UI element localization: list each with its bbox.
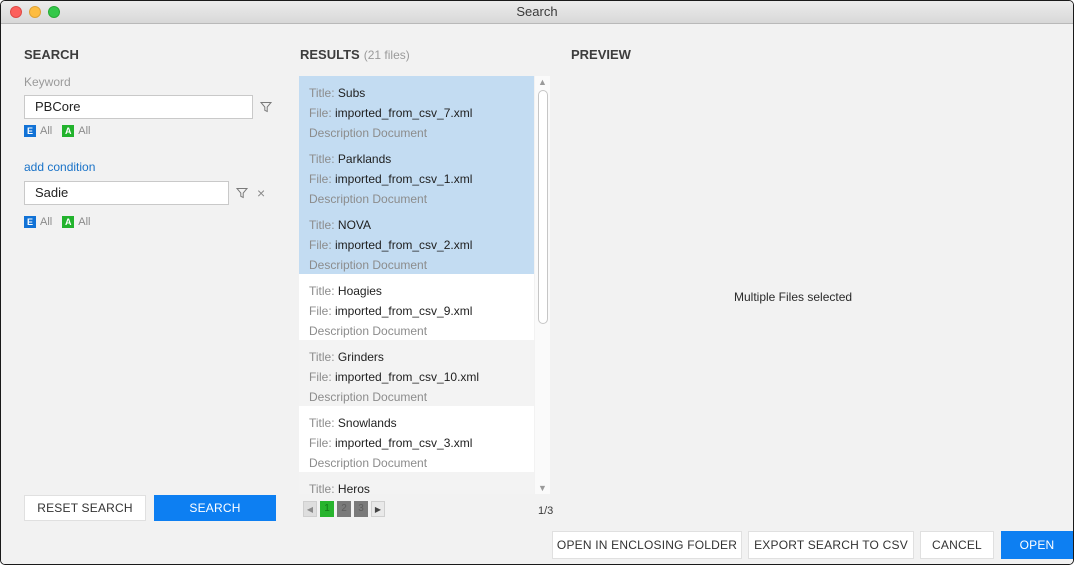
result-title: Grinders	[337, 350, 384, 364]
result-file-label: File:	[309, 238, 332, 252]
result-file: imported_from_csv_9.xml	[335, 304, 473, 318]
open-button[interactable]: OPEN	[1001, 531, 1073, 559]
result-item[interactable]: Title: Hoagies File: imported_from_csv_9.…	[299, 274, 534, 340]
element-badge-icon: E	[24, 216, 36, 228]
attribute-badge-icon: A	[62, 125, 75, 137]
condition-input[interactable]: Sadie	[24, 181, 229, 205]
scroll-thumb[interactable]	[538, 90, 548, 324]
result-item[interactable]: Title: Heros	[299, 472, 534, 494]
result-file-label: File:	[309, 370, 332, 384]
result-file-label: File:	[309, 106, 332, 120]
scope-element-toggle[interactable]: E All	[24, 216, 52, 228]
result-item[interactable]: Title: Subs File: imported_from_csv_7.xml…	[299, 76, 534, 142]
results-count: (21 files)	[363, 48, 410, 62]
result-description: Description Document	[309, 258, 428, 272]
search-button[interactable]: SEARCH	[154, 495, 276, 521]
element-badge-icon: E	[24, 125, 36, 137]
pagination: ◀ 1 2 3 ▶	[303, 501, 388, 517]
scope-attribute-label: All	[78, 125, 91, 137]
scope-attribute-toggle[interactable]: A All	[52, 125, 90, 137]
result-description: Description Document	[309, 456, 428, 470]
content-area: SEARCH Keyword PBCore E All A All add co…	[1, 24, 1073, 564]
results-heading: RESULTS (21 files)	[300, 47, 410, 62]
scope-element-toggle[interactable]: E All	[24, 125, 52, 137]
result-description: Description Document	[309, 192, 428, 206]
remove-condition-icon[interactable]: ×	[257, 186, 265, 200]
next-page-icon[interactable]: ▶	[371, 501, 385, 517]
result-item[interactable]: Title: Parklands File: imported_from_csv_…	[299, 142, 534, 208]
result-title: Hoagies	[337, 284, 382, 298]
page-indicator: 1/3	[538, 505, 554, 517]
scope-attribute-label: All	[78, 216, 91, 228]
title-bar: Search	[1, 1, 1073, 24]
results-heading-label: RESULTS	[300, 47, 360, 62]
result-title-label: Title:	[309, 482, 335, 494]
cancel-button[interactable]: CANCEL	[920, 531, 994, 559]
result-title: NOVA	[337, 218, 372, 232]
result-title-label: Title:	[309, 416, 335, 430]
result-description: Description Document	[309, 324, 428, 338]
result-item[interactable]: Title: Snowlands File: imported_from_csv_…	[299, 406, 534, 472]
filter-icon[interactable]	[235, 186, 249, 200]
open-enclosing-folder-button[interactable]: OPEN IN ENCLOSING FOLDER	[552, 531, 742, 559]
result-file: imported_from_csv_1.xml	[335, 172, 473, 186]
scope-element-label: All	[40, 125, 53, 137]
result-description: Description Document	[309, 390, 428, 404]
result-file: imported_from_csv_2.xml	[335, 238, 473, 252]
reset-search-button[interactable]: RESET SEARCH	[24, 495, 146, 521]
scroll-up-icon[interactable]: ▲	[535, 76, 550, 88]
page-1-button[interactable]: 1	[320, 501, 334, 517]
result-title-label: Title:	[309, 218, 335, 232]
export-csv-button[interactable]: EXPORT SEARCH TO CSV	[748, 531, 914, 559]
keyword-label: Keyword	[24, 75, 71, 89]
attribute-badge-icon: A	[62, 216, 75, 228]
result-file: imported_from_csv_3.xml	[335, 436, 473, 450]
result-title-label: Title:	[309, 86, 335, 100]
filter-icon[interactable]	[259, 100, 273, 114]
scope-row-1: E All A All	[24, 125, 90, 137]
preview-message: Multiple Files selected	[734, 290, 853, 304]
result-item[interactable]: Title: Grinders File: imported_from_csv_1…	[299, 340, 534, 406]
results-scrollbar[interactable]: ▲ ▼	[535, 76, 550, 494]
add-condition-link[interactable]: add condition	[24, 160, 95, 174]
result-title: Subs	[337, 86, 366, 100]
result-item[interactable]: Title: NOVA File: imported_from_csv_2.xml…	[299, 208, 534, 274]
result-title: Parklands	[337, 152, 392, 166]
page-2-button[interactable]: 2	[337, 501, 351, 517]
results-list: Title: Subs File: imported_from_csv_7.xml…	[299, 76, 534, 494]
result-title-label: Title:	[309, 284, 335, 298]
result-title-label: Title:	[309, 350, 335, 364]
scope-element-label: All	[40, 216, 53, 228]
prev-page-icon[interactable]: ◀	[303, 501, 317, 517]
result-title-label: Title:	[309, 152, 335, 166]
result-title: Snowlands	[337, 416, 397, 430]
scope-row-2: E All A All	[24, 216, 90, 228]
search-heading: SEARCH	[24, 47, 79, 62]
page-3-button[interactable]: 3	[354, 501, 368, 517]
result-file: imported_from_csv_10.xml	[335, 370, 480, 384]
scope-attribute-toggle[interactable]: A All	[52, 216, 90, 228]
result-file: imported_from_csv_7.xml	[335, 106, 473, 120]
preview-heading: PREVIEW	[571, 47, 631, 62]
result-file-label: File:	[309, 436, 332, 450]
window-title: Search	[516, 4, 558, 19]
result-title: Heros	[337, 482, 370, 494]
search-window: Search SEARCH Keyword PBCore E All A All…	[0, 0, 1074, 565]
scroll-down-icon[interactable]: ▼	[535, 482, 550, 494]
keyword-input[interactable]: PBCore	[24, 95, 253, 119]
result-description: Description Document	[309, 126, 428, 140]
result-file-label: File:	[309, 172, 332, 186]
result-file-label: File:	[309, 304, 332, 318]
